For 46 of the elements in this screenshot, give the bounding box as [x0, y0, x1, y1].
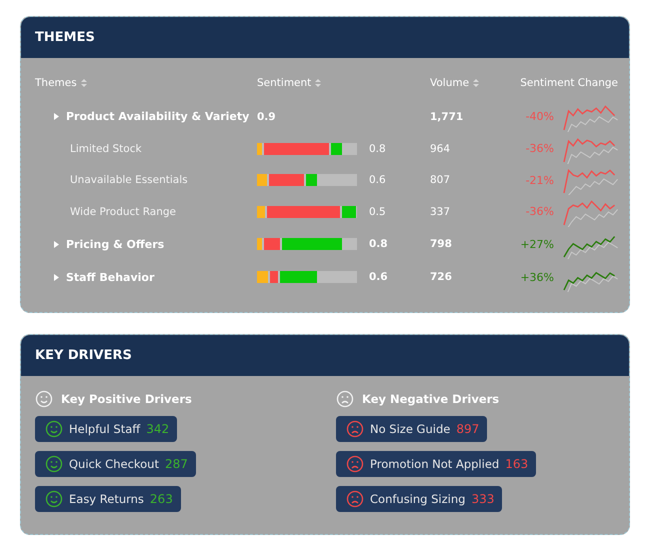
- expand-arrow-icon[interactable]: [54, 274, 59, 280]
- sentiment-score: 0.8: [369, 238, 388, 250]
- sort-icon[interactable]: [315, 79, 322, 87]
- smiley-face-icon: [35, 390, 53, 408]
- column-header: Volume: [430, 77, 512, 89]
- sentiment-score: 0.6: [369, 271, 388, 283]
- driver-chip[interactable]: Easy Returns 263: [35, 486, 181, 512]
- sort-icon[interactable]: [80, 79, 87, 87]
- volume-value: 1,771: [430, 110, 464, 122]
- driver-chip[interactable]: Confusing Sizing 333: [336, 486, 502, 512]
- expand-arrow-icon[interactable]: [54, 240, 59, 248]
- panel-title: KEY DRIVERS: [35, 348, 132, 362]
- driver-chip[interactable]: Helpful Staff 342: [35, 416, 178, 442]
- sentiment-score: 0.9: [257, 110, 276, 122]
- change-percent: +27%: [520, 238, 554, 250]
- sad-face-icon: [336, 390, 354, 408]
- sentiment-score: 0.5: [369, 206, 386, 218]
- driver-chip[interactable]: No Size Guide 897: [336, 416, 488, 442]
- column-header: Sentiment Change: [520, 77, 619, 89]
- change-percent: -36%: [526, 205, 554, 218]
- sentiment-score: 0.8: [369, 142, 386, 155]
- column-header: Themes: [35, 77, 257, 89]
- panel-title: THEMES: [35, 30, 95, 45]
- sad-face-icon: [346, 420, 364, 438]
- volume-value: 798: [430, 238, 453, 250]
- smiley-face-icon: [45, 490, 63, 508]
- volume-value: 807: [430, 174, 452, 186]
- volume-value: 337: [430, 206, 452, 218]
- smiley-face-icon: [45, 420, 63, 438]
- sort-icon[interactable]: [473, 79, 480, 87]
- change-percent: +36%: [520, 270, 554, 284]
- sad-face-icon: [346, 490, 364, 508]
- expand-arrow-icon[interactable]: [54, 113, 59, 120]
- change-percent: -40%: [526, 110, 554, 123]
- sad-face-icon: [346, 454, 364, 472]
- change-percent: -21%: [526, 174, 554, 187]
- driver-chip[interactable]: Quick Checkout 287: [35, 450, 196, 476]
- sentiment-score: 0.6: [369, 174, 386, 186]
- volume-value: 964: [430, 142, 452, 155]
- change-percent: -36%: [526, 142, 554, 156]
- smiley-face-icon: [45, 454, 63, 472]
- group-title: Key Positive Drivers: [61, 392, 192, 406]
- group-title: Key Negative Drivers: [362, 392, 500, 406]
- volume-value: 726: [430, 271, 453, 283]
- column-header: Sentiment: [257, 77, 430, 89]
- driver-chip[interactable]: Promotion Not Applied 163: [336, 450, 536, 476]
